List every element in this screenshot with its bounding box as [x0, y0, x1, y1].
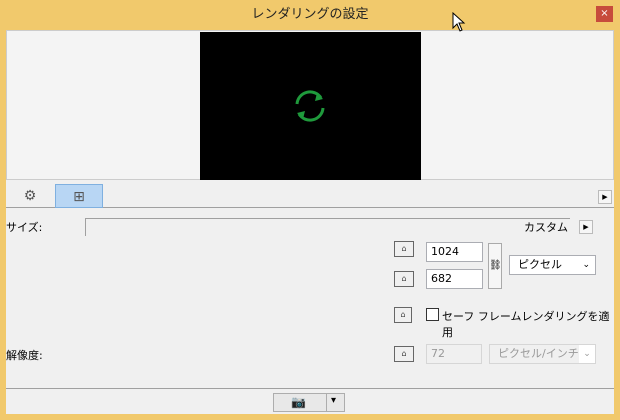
camera-icon: 📷	[291, 395, 306, 409]
size-preset-value: カスタム	[524, 221, 568, 234]
window-title: レンダリングの設定	[251, 7, 369, 22]
size-preset-menu-button[interactable]: ▶	[579, 220, 593, 234]
mouse-cursor-icon	[452, 12, 466, 32]
gear-icon: ⚙	[23, 188, 37, 204]
resolution-input[interactable]: 72	[426, 344, 482, 364]
safe-frame-checkbox[interactable]	[426, 308, 439, 321]
frame-icon: ⊞	[73, 189, 85, 205]
tab-size[interactable]: ⊞	[55, 184, 103, 208]
width-icon: ⌂	[394, 241, 414, 257]
tab-settings[interactable]: ⚙	[6, 184, 54, 208]
chain-link-icon: ⛓	[489, 260, 502, 271]
unit-select[interactable]: ピクセル ⌄	[509, 255, 596, 275]
tab-scroll-right-button[interactable]: ▶	[598, 190, 612, 204]
resolution-unit-value: ピクセル/インチ	[498, 347, 579, 360]
safe-frame-label[interactable]: セーフ フレームレンダリングを適用	[442, 308, 614, 340]
footer-divider	[6, 388, 614, 389]
render-button[interactable]: 📷 ▾	[273, 393, 345, 412]
unit-value: ピクセル	[518, 258, 562, 271]
refresh-spinner-icon	[295, 90, 325, 122]
preview-area	[6, 30, 614, 180]
tab-bar: ⚙ ⊞ ▶	[6, 182, 614, 208]
render-preview	[200, 32, 421, 180]
width-input[interactable]: 1024	[426, 242, 483, 262]
link-aspect-button[interactable]: ⛓	[488, 243, 502, 289]
close-button[interactable]: ×	[596, 6, 613, 22]
size-label: サイズ:	[6, 221, 43, 234]
size-preset-field[interactable]: カスタム	[85, 218, 570, 236]
safe-frame-icon: ⌂	[394, 307, 412, 323]
chevron-down-icon: ⌄	[582, 260, 590, 270]
resolution-unit-select[interactable]: ピクセル/インチ ⌄	[489, 344, 596, 364]
resolution-label: 解像度:	[6, 349, 43, 362]
dialog-body: ⚙ ⊞ ▶ サイズ: カスタム ▶ ⌂ 1024 ⌂ 682 ⛓ ピクセル ⌄ ⌂…	[6, 30, 614, 414]
button-divider	[326, 394, 327, 411]
chevron-down-icon: ⌄	[579, 345, 595, 363]
height-icon: ⌂	[394, 271, 414, 287]
resolution-icon: ⌂	[394, 346, 414, 362]
height-input[interactable]: 682	[426, 269, 483, 289]
render-options-dropdown[interactable]: ▾	[331, 395, 336, 406]
